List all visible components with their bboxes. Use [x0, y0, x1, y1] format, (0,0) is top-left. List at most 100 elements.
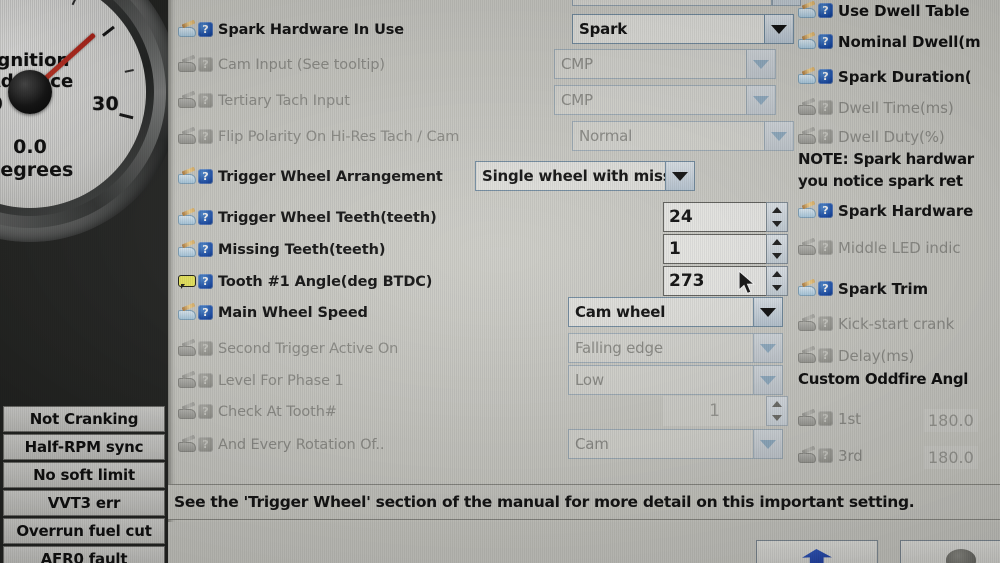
chevron-down-icon[interactable]: [764, 122, 793, 150]
chevron-down-icon[interactable]: [746, 86, 775, 114]
pencil-icon[interactable]: [798, 316, 816, 331]
spinner-down-icon[interactable]: [767, 249, 787, 263]
help-icon[interactable]: ?: [198, 93, 213, 108]
help-icon[interactable]: ?: [818, 316, 833, 331]
help-icon[interactable]: ?: [198, 210, 213, 225]
help-icon[interactable]: ?: [198, 57, 213, 72]
chevron-down-icon[interactable]: [746, 50, 775, 78]
help-icon[interactable]: ?: [818, 281, 833, 296]
setting-row: ? And Every Rotation Of..: [178, 430, 384, 459]
chevron-down-icon[interactable]: [753, 430, 782, 458]
setting-combobox[interactable]: Falling edge: [568, 333, 783, 363]
spinner-up-icon[interactable]: [767, 235, 787, 249]
pencil-icon[interactable]: [178, 129, 196, 144]
setting-combobox[interactable]: Normal: [572, 121, 794, 151]
help-icon[interactable]: ?: [818, 69, 833, 84]
pencil-icon[interactable]: [178, 341, 196, 356]
top-partial-field[interactable]: [572, 0, 772, 6]
pencil-icon[interactable]: [798, 203, 816, 218]
combobox-value: Single wheel with missing tooth: [476, 162, 665, 190]
chevron-down-icon[interactable]: [753, 334, 782, 362]
pencil-icon[interactable]: [798, 3, 816, 18]
chevron-down-icon[interactable]: [764, 15, 793, 43]
help-icon[interactable]: ?: [198, 437, 213, 452]
help-icon[interactable]: ?: [198, 169, 213, 184]
speech-bubble-icon[interactable]: [178, 274, 196, 289]
help-icon[interactable]: ?: [818, 34, 833, 49]
pencil-icon[interactable]: [798, 448, 816, 463]
spinner-up-icon[interactable]: [767, 397, 787, 411]
pencil-icon[interactable]: [178, 305, 196, 320]
close-button[interactable]: [900, 540, 1000, 563]
oddfire-angle-value[interactable]: 180.0: [924, 446, 978, 469]
chevron-down-icon[interactable]: [753, 298, 782, 326]
help-icon[interactable]: ?: [818, 3, 833, 18]
spinner-value[interactable]: 1: [663, 396, 766, 426]
setting-combobox[interactable]: Cam wheel: [568, 297, 783, 327]
help-icon[interactable]: ?: [198, 341, 213, 356]
pencil-icon[interactable]: [798, 34, 816, 49]
help-icon[interactable]: ?: [818, 203, 833, 218]
spark-setting-label: 1st: [838, 409, 861, 428]
setting-combobox[interactable]: CMP: [554, 85, 776, 115]
pencil-icon[interactable]: [798, 69, 816, 84]
help-icon[interactable]: ?: [818, 100, 833, 115]
help-icon[interactable]: ?: [198, 22, 213, 37]
help-icon[interactable]: ?: [818, 129, 833, 144]
help-icon[interactable]: ?: [198, 373, 213, 388]
setting-spinner[interactable]: 273: [663, 266, 788, 296]
pencil-icon[interactable]: [178, 22, 196, 37]
spinner-down-icon[interactable]: [767, 411, 787, 425]
pencil-icon[interactable]: [178, 57, 196, 72]
setting-combobox[interactable]: Single wheel with missing tooth: [475, 161, 695, 191]
pencil-icon[interactable]: [178, 373, 196, 388]
pencil-icon[interactable]: [178, 404, 196, 419]
spark-setting-row: ? Middle LED indic: [798, 233, 961, 262]
help-icon[interactable]: ?: [818, 240, 833, 255]
chevron-down-icon[interactable]: [753, 366, 782, 394]
pencil-icon[interactable]: [798, 240, 816, 255]
setting-row: ? Check At Tooth#: [178, 397, 337, 426]
spinner-buttons[interactable]: [766, 396, 788, 426]
help-icon[interactable]: ?: [818, 448, 833, 463]
pencil-icon[interactable]: [798, 348, 816, 363]
row-icons: ?: [798, 348, 833, 363]
help-icon[interactable]: ?: [198, 404, 213, 419]
setting-spinner[interactable]: 1: [663, 234, 788, 264]
spinner-up-icon[interactable]: [767, 203, 787, 217]
help-icon[interactable]: ?: [818, 411, 833, 426]
help-icon[interactable]: ?: [198, 305, 213, 320]
pencil-icon[interactable]: [178, 242, 196, 257]
spinner-value[interactable]: 24: [663, 202, 766, 232]
spinner-value[interactable]: 1: [663, 234, 766, 264]
trigger-wheel-settings-dialog: ? Spark Hardware In Use? Cam Input (See to…: [168, 0, 1000, 563]
pencil-icon[interactable]: [798, 100, 816, 115]
pencil-icon[interactable]: [798, 129, 816, 144]
burn-button[interactable]: [756, 540, 878, 563]
spinner-buttons[interactable]: [766, 202, 788, 232]
pencil-icon[interactable]: [798, 281, 816, 296]
spinner-down-icon[interactable]: [767, 217, 787, 231]
setting-spinner[interactable]: 1: [663, 396, 788, 426]
spinner-down-icon[interactable]: [767, 281, 787, 295]
help-icon[interactable]: ?: [198, 274, 213, 289]
pencil-icon[interactable]: [178, 93, 196, 108]
setting-combobox[interactable]: Spark: [572, 14, 794, 44]
spinner-up-icon[interactable]: [767, 267, 787, 281]
help-icon[interactable]: ?: [818, 348, 833, 363]
pencil-icon[interactable]: [798, 411, 816, 426]
pencil-icon[interactable]: [178, 437, 196, 452]
setting-spinner[interactable]: 24: [663, 202, 788, 232]
help-icon[interactable]: ?: [198, 129, 213, 144]
setting-combobox[interactable]: CMP: [554, 49, 776, 79]
setting-combobox[interactable]: Cam: [568, 429, 783, 459]
status-indicator: AFR0 fault: [3, 546, 165, 563]
help-icon[interactable]: ?: [198, 242, 213, 257]
spinner-buttons[interactable]: [766, 266, 788, 296]
oddfire-angle-value[interactable]: 180.0: [924, 409, 978, 432]
chevron-down-icon[interactable]: [665, 162, 694, 190]
pencil-icon[interactable]: [178, 210, 196, 225]
setting-combobox[interactable]: Low: [568, 365, 783, 395]
pencil-icon[interactable]: [178, 169, 196, 184]
spinner-buttons[interactable]: [766, 234, 788, 264]
